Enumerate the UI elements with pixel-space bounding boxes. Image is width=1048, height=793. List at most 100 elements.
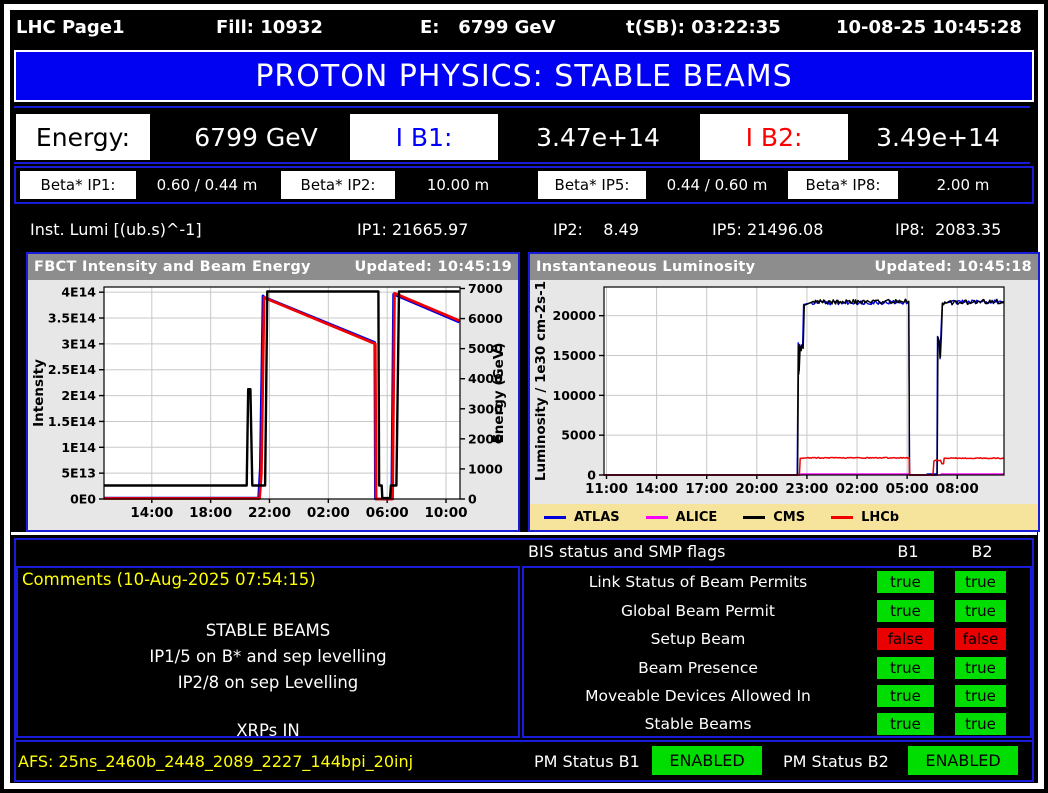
svg-text:1.5E14: 1.5E14 <box>48 414 96 429</box>
bis-row: Moveable Devices Allowed In true true <box>524 683 1030 709</box>
legend-item-alice: ALICE <box>645 509 718 525</box>
svg-text:2.5E14: 2.5E14 <box>48 362 96 377</box>
bis-flag-b1: true <box>877 685 934 707</box>
lumi-legend: ATLAS ALICE CMS LHCb <box>530 504 1038 530</box>
lumi-chart-updated: Updated: 10:45:18 <box>874 259 1032 275</box>
beta-ip5-value: 0.44 / 0.60 m <box>666 176 768 194</box>
svg-text:1E14: 1E14 <box>61 440 96 455</box>
energy-label: Energy: <box>16 114 150 160</box>
svg-text:20:00: 20:00 <box>735 481 778 497</box>
svg-text:Intensity: Intensity <box>31 359 47 427</box>
lumi-chart-panel: Instantaneous Luminosity Updated: 10:45:… <box>528 252 1040 532</box>
legend-label-cms: CMS <box>773 509 806 525</box>
afs-filling-scheme: AFS: 25ns_2460b_2448_2089_2227_144bpi_20… <box>18 752 414 771</box>
fbct-chart-title: FBCT Intensity and Beam Energy <box>34 259 311 275</box>
cms-line-swatch <box>743 515 766 519</box>
fbct-chart-panel: FBCT Intensity and Beam Energy Updated: … <box>26 252 520 532</box>
svg-text:22:00: 22:00 <box>248 505 291 521</box>
svg-text:2E14: 2E14 <box>61 388 96 403</box>
inst-lumi-label: Inst. Lumi [(ub.s)^-1] <box>30 220 202 239</box>
svg-text:1000: 1000 <box>468 461 503 476</box>
beta-ip1-label: Beta* IP1: <box>20 171 136 199</box>
svg-text:02:00: 02:00 <box>836 481 879 497</box>
svg-text:0: 0 <box>468 492 477 507</box>
bis-col-b1: B1 <box>897 542 919 561</box>
pm-status-b2-value: ENABLED <box>908 746 1018 775</box>
beta-ip5-label: Beta* IP5: <box>538 171 646 199</box>
bis-row: Link Status of Beam Permits true true <box>524 569 1030 595</box>
bis-row-label: Setup Beam <box>650 630 746 648</box>
time-in-stable-beams: t(SB): 03:22:35 <box>626 17 781 38</box>
bis-flag-b1: true <box>877 657 934 679</box>
comment-line: IP2/8 on sep Levelling <box>177 673 359 692</box>
bis-flag-b2: true <box>955 600 1006 622</box>
fbct-chart-updated: Updated: 10:45:19 <box>354 259 512 275</box>
bis-flag-b2: true <box>955 571 1006 593</box>
legend-item-cms: CMS <box>743 510 805 525</box>
white-separator-line <box>11 532 1037 535</box>
inst-lumi-ip2: IP2: 8.49 <box>553 220 639 239</box>
lumi-chart-title: Instantaneous Luminosity <box>536 259 756 275</box>
svg-text:5E13: 5E13 <box>61 466 96 481</box>
bis-flag-b1: false <box>877 628 934 650</box>
lhcb-line-swatch <box>831 515 854 519</box>
bis-flag-b1: true <box>877 713 934 735</box>
intensity-b1-label: I B1: <box>350 114 498 160</box>
bis-col-b2: B2 <box>971 542 993 561</box>
svg-text:14:00: 14:00 <box>635 481 678 497</box>
bis-row-label: Stable Beams <box>644 715 752 733</box>
svg-text:18:00: 18:00 <box>189 505 232 521</box>
svg-text:14:00: 14:00 <box>130 505 173 521</box>
inst-lumi-ip5: IP5: 21496.08 <box>712 220 824 239</box>
svg-text:10:00: 10:00 <box>425 505 468 521</box>
comment-line: IP1/5 on B* and sep levelling <box>149 647 387 666</box>
fbct-chart-header: FBCT Intensity and Beam Energy Updated: … <box>28 254 518 280</box>
bis-row: Setup Beam false false <box>524 626 1030 652</box>
svg-text:02:00: 02:00 <box>307 505 350 521</box>
bis-panel-title: BIS status and SMP flags <box>528 542 726 561</box>
svg-text:23:00: 23:00 <box>785 481 828 497</box>
alice-line-swatch <box>645 515 668 519</box>
bis-row: Global Beam Permit true true <box>524 598 1030 624</box>
footer-row: AFS: 25ns_2460b_2448_2089_2227_144bpi_20… <box>16 740 1032 778</box>
legend-item-atlas: ATLAS <box>544 510 620 525</box>
svg-text:20000: 20000 <box>553 308 597 323</box>
fill-number: Fill: 10932 <box>216 17 323 38</box>
pm-status-b1-value: ENABLED <box>652 746 762 775</box>
beta-ip8-value: 2.00 m <box>936 176 990 194</box>
svg-text:15000: 15000 <box>553 348 597 363</box>
legend-label-atlas: ATLAS <box>574 509 620 525</box>
intensity-b2-label: I B2: <box>700 114 848 160</box>
comments-title: Comments (10-Aug-2025 07:54:15) <box>22 570 316 589</box>
pm-status-b1-label: PM Status B1 <box>534 752 640 771</box>
bis-flags-box: Link Status of Beam Permits true true Gl… <box>522 566 1032 738</box>
bottom-section: BIS status and SMP flags B1 B2 Comments … <box>14 538 1034 782</box>
intensity-b2-value: 3.49e+14 <box>876 122 1000 152</box>
svg-text:05:00: 05:00 <box>886 481 929 497</box>
beta-ip8-label: Beta* IP8: <box>788 171 898 199</box>
bis-row-label: Link Status of Beam Permits <box>588 573 808 591</box>
svg-text:10000: 10000 <box>553 388 597 403</box>
comments-lines: STABLE BEAMS IP1/5 on B* and sep levelli… <box>18 618 518 744</box>
bis-row: Stable Beams true true <box>524 711 1030 737</box>
beta-star-row: Beta* IP1: 0.60 / 0.44 m Beta* IP2: 10.0… <box>14 166 1034 204</box>
svg-text:3.5E14: 3.5E14 <box>48 311 96 326</box>
legend-label-alice: ALICE <box>675 509 718 525</box>
svg-text:4E14: 4E14 <box>61 285 96 300</box>
comment-line: STABLE BEAMS <box>205 621 331 640</box>
bis-flag-b2: false <box>955 628 1006 650</box>
bis-row-label: Global Beam Permit <box>621 602 775 620</box>
bis-flag-b2: true <box>955 713 1006 735</box>
beta-ip1-value: 0.60 / 0.44 m <box>156 176 258 194</box>
title-banner: PROTON PHYSICS: STABLE BEAMS <box>14 50 1034 102</box>
svg-text:0: 0 <box>587 468 596 483</box>
comments-box: Comments (10-Aug-2025 07:54:15) STABLE B… <box>16 566 520 740</box>
svg-text:17:00: 17:00 <box>685 481 728 497</box>
energy-value: 6799 GeV <box>194 122 318 152</box>
svg-text:7000: 7000 <box>468 281 503 296</box>
svg-text:08:00: 08:00 <box>936 481 979 497</box>
atlas-line-swatch <box>544 515 566 519</box>
svg-text:Luminosity / 1e30 cm-2s-1: Luminosity / 1e30 cm-2s-1 <box>533 281 549 481</box>
page-mode-title: PROTON PHYSICS: STABLE BEAMS <box>255 58 793 94</box>
legend-label-lhcb: LHCb <box>861 509 900 525</box>
